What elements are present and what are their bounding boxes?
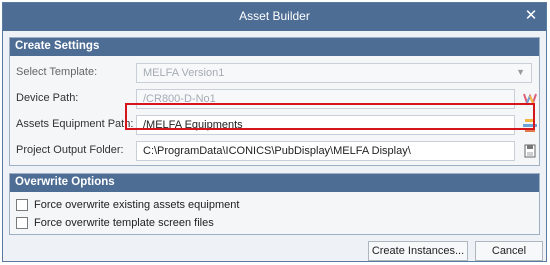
template-row: Select Template: MELFA Version1 ▼ bbox=[10, 62, 539, 84]
chevron-down-icon: ▼ bbox=[516, 67, 525, 77]
overwrite-assets-checkbox[interactable] bbox=[16, 199, 28, 211]
dialog-title: Asset Builder bbox=[239, 9, 310, 23]
overwrite-options-header: Overwrite Options bbox=[10, 174, 539, 192]
create-instances-button[interactable]: Create Instances... bbox=[368, 241, 468, 261]
asset-builder-dialog: Asset Builder ✕ Create Settings Select T… bbox=[2, 2, 547, 262]
template-value: MELFA Version1 bbox=[143, 67, 225, 79]
overwrite-options-group: Overwrite Options Force overwrite existi… bbox=[9, 173, 540, 235]
template-label: Select Template: bbox=[16, 66, 98, 78]
create-settings-group: Create Settings Select Template: MELFA V… bbox=[9, 37, 540, 166]
output-folder-label: Project Output Folder: bbox=[16, 144, 124, 156]
folder-save-icon[interactable] bbox=[522, 143, 538, 159]
title-bar: Asset Builder ✕ bbox=[3, 3, 546, 31]
overwrite-assets-label: Force overwrite existing assets equipmen… bbox=[34, 199, 240, 211]
cancel-button[interactable]: Cancel bbox=[475, 241, 543, 261]
close-icon[interactable]: ✕ bbox=[522, 7, 540, 25]
template-select[interactable]: MELFA Version1 ▼ bbox=[136, 63, 532, 83]
overwrite-screens-checkbox[interactable] bbox=[16, 217, 28, 229]
overwrite-screens-label: Force overwrite template screen files bbox=[34, 217, 214, 229]
output-folder-row: Project Output Folder: C:\ProgramData\IC… bbox=[10, 140, 539, 162]
assets-path-label: Assets Equipment Path: bbox=[16, 118, 134, 130]
output-folder-highlight bbox=[125, 103, 535, 130]
create-settings-header: Create Settings bbox=[10, 38, 539, 56]
device-path-label: Device Path: bbox=[16, 92, 79, 104]
output-folder-field[interactable]: C:\ProgramData\ICONICS\PubDisplay\MELFA … bbox=[136, 141, 515, 161]
